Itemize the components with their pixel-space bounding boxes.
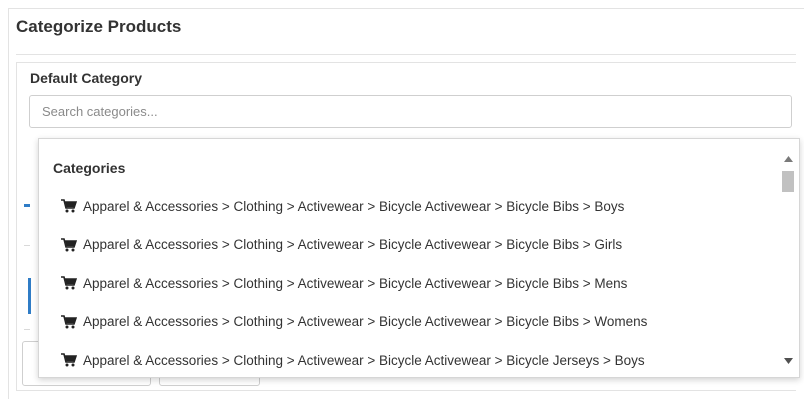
divider <box>24 329 30 330</box>
dropdown-scrollbar[interactable] <box>777 139 799 377</box>
cart-icon <box>61 314 78 329</box>
category-option-label: Apparel & Accessories > Clothing > Activ… <box>83 237 623 253</box>
default-category-label: Default Category <box>30 70 143 86</box>
category-option[interactable]: Apparel & Accessories > Clothing > Activ… <box>39 341 777 377</box>
category-option-label: Apparel & Accessories > Clothing > Activ… <box>83 352 645 368</box>
category-option[interactable]: Apparel & Accessories > Clothing > Activ… <box>39 264 777 303</box>
scroll-up-icon[interactable] <box>782 153 794 165</box>
category-option[interactable]: Apparel & Accessories > Clothing > Activ… <box>39 187 777 226</box>
cart-icon <box>61 276 78 290</box>
cart-icon <box>61 199 78 213</box>
category-option-list: Apparel & Accessories > Clothing > Activ… <box>39 187 777 377</box>
cart-icon <box>61 237 78 252</box>
tab-indicator <box>24 204 30 207</box>
category-option-label: Apparel & Accessories > Clothing > Activ… <box>83 314 648 330</box>
category-option-label: Apparel & Accessories > Clothing > Activ… <box>83 275 628 291</box>
cart-icon <box>61 353 78 367</box>
category-option[interactable]: Apparel & Accessories > Clothing > Activ… <box>39 303 777 342</box>
dropdown-header: Categories <box>53 160 126 176</box>
search-categories-input[interactable] <box>29 95 792 128</box>
divider <box>24 245 30 246</box>
category-option-label: Apparel & Accessories > Clothing > Activ… <box>83 198 625 214</box>
category-dropdown: Categories Apparel & Accessories > Cloth… <box>38 138 800 378</box>
panel-title: Categorize Products <box>16 17 182 36</box>
category-option[interactable]: Apparel & Accessories > Clothing > Activ… <box>39 226 777 265</box>
scroll-thumb[interactable] <box>782 171 794 192</box>
divider <box>16 54 796 55</box>
selection-indicator <box>28 278 31 314</box>
scroll-down-icon[interactable] <box>782 355 794 367</box>
